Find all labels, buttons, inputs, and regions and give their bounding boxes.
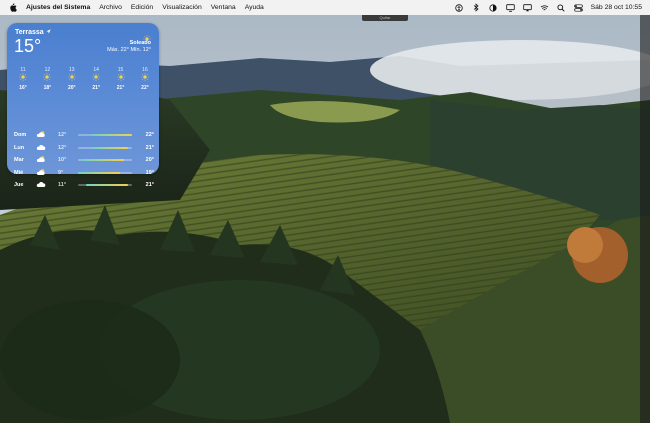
day-high: 21° [145,182,154,189]
hourly-forecast: 11 16° 12 18° 13 20° 14 21° 15 21° 16 22… [12,67,156,91]
day-name: Mar [14,157,24,164]
hour-label: 14 [93,67,99,73]
hourly-item: 13 20° [61,67,83,91]
hour-label: 13 [69,67,75,73]
hour-label: 15 [117,67,124,73]
day-name: Dom [14,132,27,139]
sun-icon [36,73,58,83]
day-high: 22° [145,132,154,139]
temp-range-fill [91,134,132,137]
high-low-label: Máx. 22° Mín. 12° [107,47,151,53]
hourly-item: 14 21° [85,67,107,91]
sun-icon [134,73,156,83]
menu-ventana[interactable]: Ventana [211,4,236,11]
screen-mirroring-icon[interactable] [505,3,515,12]
day-low: 12° [58,132,67,139]
day-low: 9° [58,169,64,176]
location-arrow-icon [46,29,51,36]
temp-range-fill [86,184,128,187]
temp-range-bar [78,134,132,137]
hour-label: 12 [44,67,51,73]
day-name: Lun [14,144,25,151]
hour-temp: 21° [92,85,100,91]
hour-label: 11 [20,67,26,73]
control-center-icon[interactable] [573,3,583,12]
hour-temp: 16° [19,85,27,91]
partly-cloudy-icon [36,155,52,165]
hourly-item: 11 16° [12,67,34,91]
day-name: Jue [14,182,24,189]
sun-icon [61,73,83,83]
menu-bar: Ajustes del Sistema Archivo Edición Visu… [0,0,650,15]
temp-range-bar [78,184,132,187]
day-low: 11° [58,182,67,189]
sun-icon [85,73,107,83]
current-temperature: 15° [14,36,42,56]
cast-icon[interactable] [522,3,532,12]
day-high: 21° [145,144,154,151]
hour-temp: 21° [116,85,125,91]
hour-temp: 18° [43,85,52,91]
search-icon[interactable] [557,3,566,12]
temp-range-fill [82,159,124,162]
hour-temp: 20° [68,85,76,91]
menu-ayuda[interactable]: Ayuda [245,4,264,11]
clock-datetime[interactable]: Sáb 28 oct 10:55 [591,4,642,11]
cloud-icon [36,143,52,153]
partly-cloudy-icon [36,130,52,140]
temp-range-fill [91,146,128,149]
temp-range-bar [78,159,132,162]
weather-widget[interactable]: Terrassa 15° Soleado Máx. 22° Mín. 12° 1… [7,23,159,188]
daily-row: Jue 11° 21° [14,179,154,192]
hour-label: 16 [142,67,148,73]
menu-visualizacion[interactable]: Visualización [162,4,202,11]
app-name[interactable]: Ajustes del Sistema [26,4,90,11]
hour-temp: 22° [141,85,149,91]
daily-row: Mié 9° 19° [14,167,154,180]
partly-cloudy-icon [36,168,52,178]
temp-range-bar [78,146,132,149]
accessibility-icon[interactable] [455,3,464,12]
temp-range-fill [78,171,120,174]
menu-edicion[interactable]: Edición [131,4,153,11]
hourly-item: 16 22° [134,67,156,91]
daily-row: Lun 12° 21° [14,142,154,155]
location-name: Terrassa [15,29,44,36]
cloud-icon [36,180,52,190]
contrast-icon[interactable] [489,3,498,12]
menu-archivo[interactable]: Archivo [99,4,122,11]
hourly-item: 12 18° [36,67,58,91]
location-row: Terrassa [15,29,51,36]
sun-icon [12,73,34,83]
daily-row: Mar 10° 20° [14,154,154,167]
day-name: Mié [14,169,24,176]
day-low: 10° [58,157,67,164]
hourly-item: 15 21° [110,67,132,91]
sun-icon [110,73,132,83]
bluetooth-icon[interactable] [472,3,481,12]
day-low: 12° [58,144,67,151]
hidden-window-tab[interactable]: Quitar [362,15,408,21]
day-high: 19° [145,169,154,176]
condition-label: Soleado [129,40,151,46]
wifi-icon[interactable] [540,3,549,12]
day-high: 20° [145,157,154,164]
daily-forecast: Dom 12° 22° Lun 12° 21° Mar 10° 20° Mié … [14,129,154,192]
temp-range-bar [78,171,132,174]
daily-row: Dom 12° 22° [14,129,154,142]
apple-logo-icon[interactable] [8,3,17,12]
